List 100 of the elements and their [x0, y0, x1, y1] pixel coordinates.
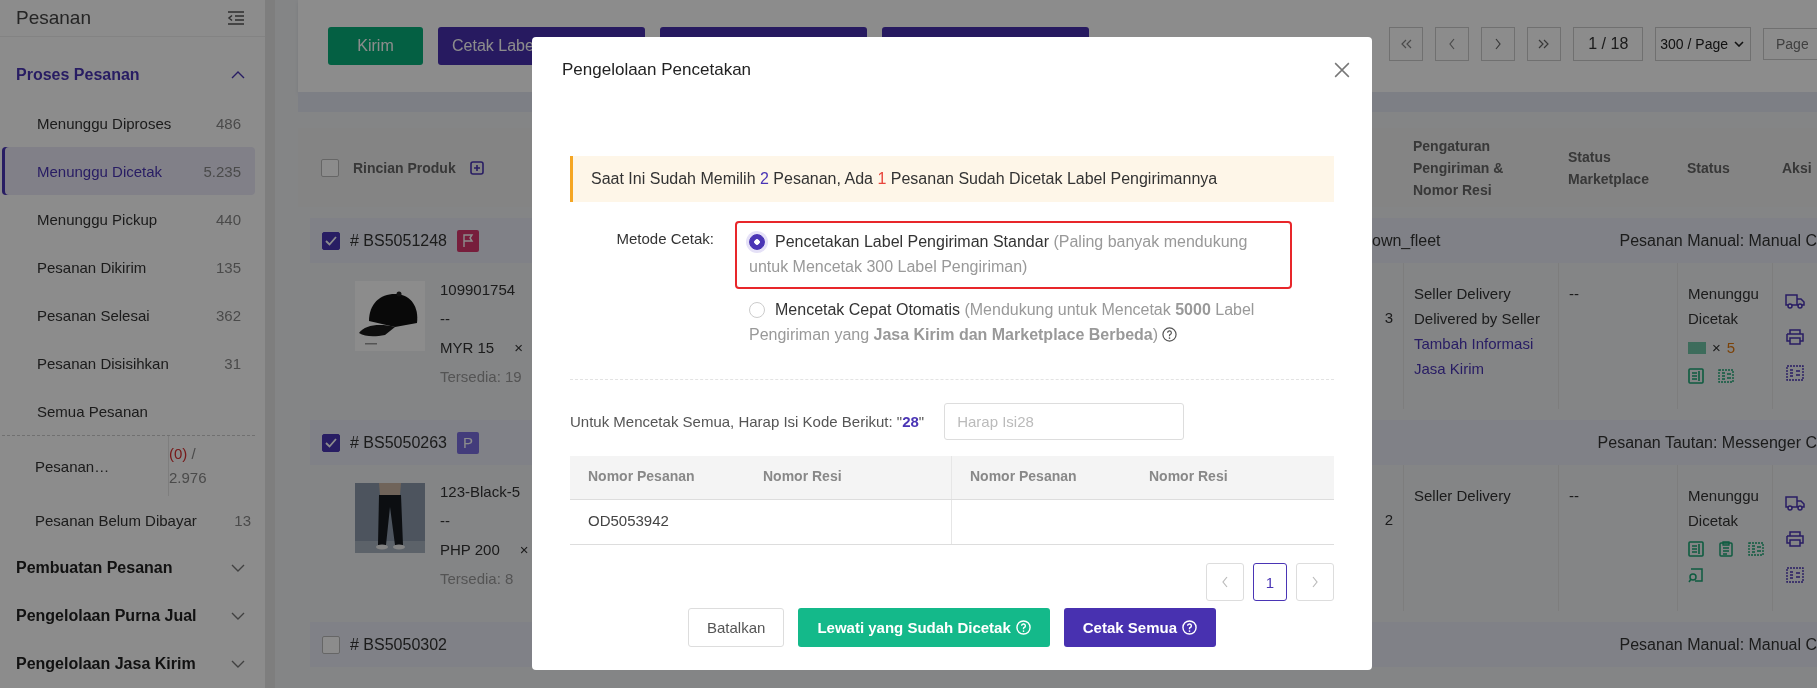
truck-icon[interactable] [1785, 293, 1805, 309]
clipboard-icon[interactable] [1718, 541, 1734, 557]
sidebar-item[interactable]: Pesanan Selesai 362 [2, 291, 255, 339]
next-page-button[interactable] [1296, 563, 1334, 601]
document-icon[interactable] [1688, 541, 1704, 557]
field-label: Metode Cetak: [615, 229, 714, 249]
order-source: Pesanan Manual: Manual C [1619, 635, 1817, 654]
printer-icon[interactable] [1786, 329, 1804, 345]
menu-section[interactable]: Pembuatan Pesanan [0, 544, 265, 592]
item-count: 31 [224, 354, 241, 372]
previous-page-button[interactable] [1206, 563, 1244, 601]
confirm-code-prompt: Untuk Mencetak Semua, Harap Isi Kode Berikut: "28" [570, 413, 925, 430]
order-number: # BS5050263 [350, 433, 447, 452]
item-count: 135 [215, 258, 241, 276]
dialog-title: Pengelolaan Pencetakan [562, 60, 752, 80]
product-variant: -- [440, 511, 451, 531]
sidebar-item[interactable]: Semua Pesanan [2, 387, 255, 435]
checkbox[interactable] [321, 158, 339, 177]
product-price: MYR 15 [440, 338, 495, 358]
product-variant: -- [440, 309, 451, 329]
page-indicator: 1 / 18 [1573, 27, 1644, 61]
receipt-icon[interactable] [1748, 541, 1764, 557]
plus-square-icon[interactable] [469, 160, 484, 175]
quantity-cell-text: 2 [1384, 510, 1393, 530]
column-header: Status Marketplace [1568, 147, 1650, 189]
multiply-sign: × [519, 540, 529, 560]
column-header: Rincian Produk [353, 158, 456, 178]
item-count: 13 [234, 511, 251, 529]
chevron-left-icon [1221, 576, 1229, 588]
receipt-icon[interactable] [1718, 368, 1734, 384]
sidebar-item[interactable]: Menunggu Pickup 440 [2, 195, 255, 243]
next-page-button[interactable] [1481, 27, 1516, 61]
order-status: Menunggu Dicetak [1688, 284, 1760, 329]
collapse-menu-icon[interactable] [227, 11, 245, 25]
checkbox[interactable] [322, 635, 340, 654]
page-jump-field[interactable]: Page [1763, 28, 1817, 60]
product-sku: 109901754 [440, 280, 517, 300]
radio-option[interactable]: Pencetakan Label Pengiriman Standar (Paling banyak mendukung untuk Mencetak 300 Label Pengiriman) [735, 221, 1292, 289]
order-number: # BS5050302 [350, 635, 447, 654]
item-count: 440 [215, 210, 241, 228]
column-header: Status [1687, 158, 1730, 178]
help-icon[interactable] [1162, 327, 1178, 342]
document-icon[interactable] [1688, 368, 1704, 384]
double-chevron-right-icon [1538, 39, 1551, 49]
sidebar-item[interactable]: Pesanan Dikirim 135 [2, 243, 255, 291]
chevron-down-icon [231, 612, 245, 620]
column-header: Nomor Resi [1148, 467, 1229, 486]
close-icon[interactable] [1334, 62, 1350, 78]
product-sku: 123-Black-5 [440, 482, 522, 502]
chevron-right-icon [1311, 576, 1319, 588]
chevron-down-icon [231, 660, 245, 668]
menu-section[interactable]: Pengelolaan Purna Jual [0, 592, 265, 640]
item-count: 5.235 [203, 162, 241, 180]
marketplace-status: -- [1569, 486, 1579, 506]
marketplace-status: -- [1569, 284, 1579, 304]
search-document-icon[interactable] [1688, 567, 1704, 583]
item-count: (0) / 2.976 [168, 436, 231, 496]
item-count: 486 [215, 114, 241, 132]
column-header: Nomor Pesanan [587, 467, 696, 486]
order-source: Pesanan Tautan: Messenger C [1597, 433, 1817, 452]
page-size-select[interactable]: 300 / Page [1655, 27, 1751, 61]
sidebar-item[interactable]: Pesanan… (0) / 2.976 [0, 436, 265, 496]
sidebar-item[interactable]: Menunggu Dicetak 5.235 [2, 147, 255, 195]
sidebar-item[interactable]: Pesanan Belum Dibayar 13 [0, 496, 265, 544]
shipping-text: Delivered by Seller [1414, 309, 1541, 329]
sidebar-item[interactable]: Menunggu Diproses 486 [2, 99, 255, 147]
menu-section[interactable]: Pengelolaan Jasa Kirim [0, 640, 265, 688]
checkbox[interactable] [322, 433, 340, 452]
chevron-left-icon [1448, 38, 1457, 50]
code-input-field[interactable]: Harap Isi28 [944, 403, 1185, 440]
menu-section[interactable]: Proses Pesanan [0, 51, 265, 99]
truck-icon[interactable] [1785, 495, 1805, 511]
column-header: Nomor Pesanan [951, 456, 1131, 499]
page-button[interactable]: 1 [1253, 563, 1287, 601]
radio-button[interactable] [749, 234, 765, 250]
sidebar-item[interactable]: Pesanan Disisihkan 31 [2, 339, 255, 387]
column-header: Aksi [1782, 158, 1812, 178]
receipt-icon[interactable] [1786, 567, 1804, 583]
chevron-up-icon [231, 71, 245, 79]
column-header: Nomor Resi [762, 467, 843, 486]
first-page-button[interactable] [1389, 27, 1424, 61]
dialog-button[interactable]: Batalkan [688, 608, 785, 647]
chevron-down-icon [231, 564, 245, 572]
multiply-sign: × [1712, 338, 1721, 358]
sidebar-title: Pesanan [16, 7, 91, 29]
fleet-label: own_fleet [1372, 231, 1441, 250]
previous-page-button[interactable] [1435, 27, 1470, 61]
item-count: 362 [215, 306, 241, 324]
chevron-right-icon [1494, 38, 1503, 50]
quantity-cell-text: 3 [1384, 308, 1393, 328]
printer-icon[interactable] [1786, 531, 1804, 547]
receipt-icon[interactable] [1786, 365, 1804, 381]
radio-option[interactable]: Mencetak Cepat Otomatis (Mendukung untuk Mencetak 5000 Label Pengiriman yang Jasa Kirim dan Marketplace Berbeda) [735, 289, 1292, 357]
flag-icon [462, 233, 474, 248]
last-page-button[interactable] [1527, 27, 1562, 61]
product-price: PHP 200 [440, 540, 500, 560]
checkbox[interactable] [322, 231, 340, 250]
double-chevron-left-icon [1400, 39, 1413, 49]
dialog-button[interactable]: Cetak Semua [1063, 608, 1216, 647]
add-shipping-info-link[interactable]: Tambah Informasi Jasa Kirim [1414, 331, 1548, 381]
